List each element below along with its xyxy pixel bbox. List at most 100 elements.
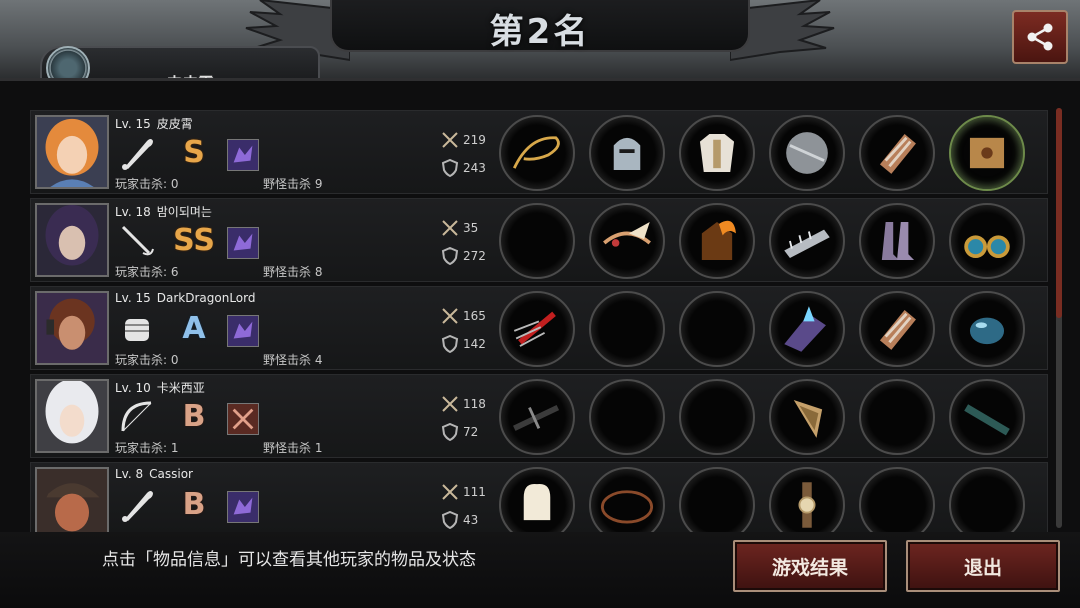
attack-value: 165 — [463, 309, 486, 323]
empty-slot[interactable] — [589, 379, 665, 455]
whip-icon[interactable] — [499, 115, 575, 191]
purple-crest-icon — [227, 491, 259, 523]
crossed-swords-icon — [442, 220, 458, 236]
grade-badge: B — [182, 487, 206, 522]
earrings-icon[interactable] — [949, 203, 1025, 279]
grade-badge: S — [183, 135, 205, 170]
monster-kills: 野怪击杀 4 — [263, 353, 323, 367]
purple-crest-icon — [227, 315, 259, 347]
empty-slot[interactable] — [679, 467, 755, 533]
bracer-icon[interactable] — [859, 115, 935, 191]
player-row[interactable]: Lv. 8 Cassior B 111 43 — [30, 462, 1048, 534]
defense-value: 72 — [463, 425, 479, 439]
player-kills: 玩家击杀: 1 — [115, 441, 179, 455]
knight-helmet-icon[interactable] — [589, 115, 665, 191]
ring-icon[interactable] — [589, 467, 665, 533]
shield-icon — [441, 423, 459, 441]
player-row[interactable]: Lv. 15 DarkDragonLord A 玩家击杀: 0 野怪击杀 4 16… — [30, 286, 1048, 370]
portrait-headphones — [37, 293, 107, 363]
empty-slot[interactable] — [499, 203, 575, 279]
player-name: 卡米西亚 — [156, 381, 205, 395]
winged-tiara-icon[interactable] — [589, 203, 665, 279]
baton-icon[interactable] — [949, 379, 1025, 455]
player-kills: 玩家击杀: 6 — [115, 265, 179, 279]
hint-text: 点击「物品信息」可以查看其他玩家的物品及状态 — [102, 550, 476, 570]
empty-slot[interactable] — [859, 467, 935, 533]
monster-kills: 野怪击杀 8 — [263, 265, 323, 279]
empty-slot[interactable] — [859, 379, 935, 455]
flame-armor-icon[interactable] — [679, 203, 755, 279]
player-level: Lv. 10 — [115, 381, 151, 395]
bracer-icon[interactable] — [859, 291, 935, 367]
orb-icon[interactable] — [949, 291, 1025, 367]
player-kills: 玩家击杀: 0 — [115, 177, 179, 191]
wristwatch-icon[interactable] — [769, 467, 845, 533]
player-level: Lv. 8 — [115, 467, 144, 481]
player-level: Lv. 15 — [115, 117, 151, 131]
defense-value: 272 — [463, 249, 486, 263]
boots-icon[interactable] — [859, 203, 935, 279]
claw-icon[interactable] — [499, 291, 575, 367]
game-result-button[interactable]: 游戏结果 — [733, 540, 887, 592]
fist-icon — [117, 309, 157, 349]
crossed-swords-icon — [442, 308, 458, 324]
portrait-cap — [37, 469, 107, 533]
purple-crest-icon — [227, 227, 259, 259]
arrowhead-shield-icon[interactable] — [769, 379, 845, 455]
share-icon — [1027, 23, 1053, 51]
white-armor-icon[interactable] — [679, 115, 755, 191]
defense-value: 142 — [463, 337, 486, 351]
empty-slot[interactable] — [679, 379, 755, 455]
crystal-bracer-icon[interactable] — [769, 291, 845, 367]
monster-kills: 野怪击杀 9 — [263, 177, 323, 191]
empty-slot[interactable] — [949, 467, 1025, 533]
shield-icon — [441, 511, 459, 529]
player-level: Lv. 18 — [115, 205, 151, 219]
empty-slot[interactable] — [589, 291, 665, 367]
crate-icon[interactable] — [949, 115, 1025, 191]
round-shield-icon[interactable] — [769, 115, 845, 191]
avatar[interactable] — [35, 115, 109, 189]
monster-kills: 野怪击杀 1 — [263, 441, 323, 455]
attack-value: 111 — [463, 485, 486, 499]
shield-icon — [441, 335, 459, 353]
shield-icon — [441, 159, 459, 177]
grade-badge: SS — [173, 223, 215, 258]
player-row[interactable]: Lv. 10 卡米西亚 B 玩家击杀: 1 野怪击杀 1 118 72 — [30, 374, 1048, 458]
spiked-bracer-icon[interactable] — [769, 203, 845, 279]
attack-value: 219 — [463, 133, 486, 147]
bat-icon — [117, 485, 157, 525]
defense-value: 43 — [463, 513, 479, 527]
exit-button[interactable]: 退出 — [906, 540, 1060, 592]
crossed-swords-icon — [442, 132, 458, 148]
share-button[interactable] — [1012, 10, 1068, 64]
avatar[interactable] — [35, 291, 109, 365]
portrait-dark-hair — [37, 205, 107, 275]
chef-hat-icon[interactable] — [499, 467, 575, 533]
player-row[interactable]: Lv. 18 밤이되며는 SS 玩家击杀: 6 野怪击杀 8 35 272 — [30, 198, 1048, 282]
crossbow-icon[interactable] — [499, 379, 575, 455]
portrait-orange-hair — [37, 117, 107, 187]
attack-value: 35 — [463, 221, 479, 235]
bow-icon — [117, 397, 157, 437]
player-kills: 玩家击杀: 0 — [115, 353, 179, 367]
avatar[interactable] — [35, 203, 109, 277]
player-level: Lv. 15 — [115, 291, 151, 305]
page-title: 第2名 — [489, 12, 591, 52]
grade-badge: B — [182, 399, 206, 434]
shield-icon — [441, 247, 459, 265]
player-name: Cassior — [149, 467, 193, 481]
rapier-icon — [117, 221, 157, 261]
player-name: 밤이되며는 — [156, 205, 212, 219]
scrollbar-thumb[interactable] — [1056, 108, 1062, 318]
purple-crest-icon — [227, 139, 259, 171]
player-name: DarkDragonLord — [156, 291, 256, 305]
player-name: 皮皮霄 — [156, 117, 193, 131]
crossed-swords-icon — [442, 396, 458, 412]
player-row[interactable]: Lv. 15 皮皮霄 S 玩家击杀: 0 野怪击杀 9 219 243 — [30, 110, 1048, 194]
portrait-white-hair — [37, 381, 107, 451]
avatar[interactable] — [35, 379, 109, 453]
empty-slot[interactable] — [679, 291, 755, 367]
crossed-swords-icon — [442, 484, 458, 500]
avatar[interactable] — [35, 467, 109, 533]
